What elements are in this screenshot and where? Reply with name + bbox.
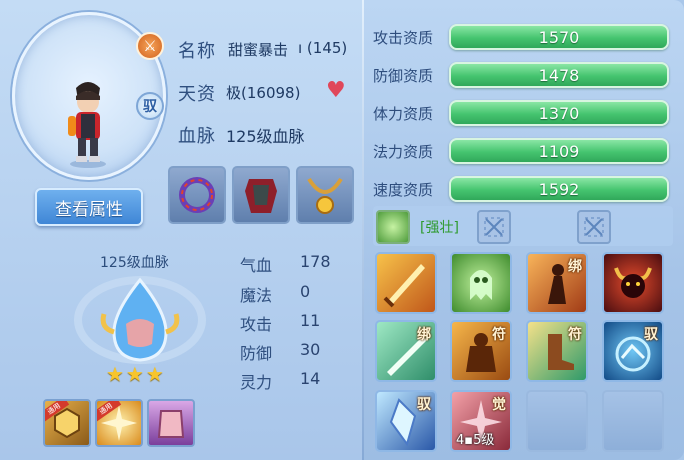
- aptitude-label-attack: 攻击资质: [373, 29, 434, 47]
- bloodline-stars: ★★★: [106, 362, 166, 386]
- skill-slot-8[interactable]: 驭: [602, 320, 664, 382]
- demon-icon: [614, 267, 652, 298]
- talent-label: 天资: [178, 84, 216, 105]
- talent-value: 极(16098): [226, 84, 301, 102]
- empty-trait-slot-1[interactable]: [477, 210, 511, 244]
- collar-icon: [179, 177, 215, 213]
- pet-character-sprite: [68, 82, 106, 168]
- skill-slot-1[interactable]: [375, 252, 437, 314]
- sword-icon[interactable]: ⚔: [136, 32, 164, 60]
- pet-name[interactable]: 甜蜜暴击: [228, 39, 288, 60]
- skill-slot-11[interactable]: [526, 390, 588, 452]
- flame-sword-icon: [383, 264, 425, 308]
- aptitude-bar-mana: 1109: [449, 138, 669, 164]
- aptitude-bar-stamina: 1370: [449, 100, 669, 126]
- empty-trait-slot-2[interactable]: [577, 210, 611, 244]
- skill-slot-5[interactable]: 绑: [375, 320, 437, 382]
- stat-value-attack: 11: [300, 311, 321, 330]
- bloodline-emblem[interactable]: [70, 268, 210, 368]
- ghost-icon: [470, 270, 492, 300]
- stat-label-mp: 魔法: [240, 286, 273, 305]
- skill-mark: 符: [568, 327, 582, 343]
- skill-mark: 驭: [417, 397, 431, 413]
- stat-value-spirit: 14: [300, 369, 321, 388]
- section-divider: [362, 0, 364, 460]
- aptitude-label-speed: 速度资质: [373, 181, 434, 199]
- trait-name: [强壮]: [420, 220, 459, 236]
- heart-icon[interactable]: ♥: [326, 80, 346, 102]
- skill-slot-3[interactable]: 绑: [526, 252, 588, 314]
- equip-slot-armor[interactable]: [232, 166, 290, 224]
- skill-slot-2[interactable]: [450, 252, 512, 314]
- stat-value-mp: 0: [300, 282, 311, 301]
- equip-slot-necklace[interactable]: [296, 166, 354, 224]
- skill-slot-12[interactable]: [602, 390, 664, 452]
- skill-mark: 觉: [492, 397, 506, 413]
- stat-label-attack: 攻击: [240, 315, 273, 334]
- equip-slot-collar[interactable]: [168, 166, 226, 224]
- skill-slot-6[interactable]: 符: [450, 320, 512, 382]
- armor-icon: [245, 179, 277, 213]
- torso-icon: [157, 410, 185, 438]
- bloodline-skill-2[interactable]: 通用: [95, 399, 143, 447]
- ride-type-badge: 驭: [136, 92, 164, 120]
- skill-slot-10[interactable]: 觉 4▪5级: [450, 390, 512, 452]
- bloodline-label: 血脉: [178, 126, 216, 147]
- stat-value-defense: 30: [300, 340, 321, 359]
- skill-mark: 绑: [417, 327, 431, 343]
- pet-level: ı (145): [298, 39, 348, 57]
- view-attributes-button[interactable]: 查看属性: [35, 188, 143, 226]
- empty-slot-icon: [584, 217, 604, 237]
- stat-label-defense: 防御: [240, 344, 273, 363]
- aptitude-label-stamina: 体力资质: [373, 105, 434, 123]
- bloodline-value: 125级血脉: [226, 127, 305, 146]
- necklace-icon: [307, 177, 343, 214]
- bloodline-skill-1[interactable]: 通用: [43, 399, 91, 447]
- skill-mark: 符: [492, 327, 506, 343]
- aptitude-label-defense: 防御资质: [373, 67, 434, 85]
- aptitude-bar-speed: 1592: [449, 176, 669, 202]
- skill-slot-9[interactable]: 驭: [375, 390, 437, 452]
- trait-row: [373, 206, 673, 246]
- skill-slot-4[interactable]: [602, 252, 664, 314]
- aptitude-label-mana: 法力资质: [373, 143, 434, 161]
- aptitude-bar-attack: 1570: [449, 24, 669, 50]
- bloodline-skill-3[interactable]: [147, 399, 195, 447]
- stat-label-hp: 气血: [240, 256, 273, 275]
- skill-level: 4▪5级: [456, 433, 495, 448]
- trait-strong-icon[interactable]: [376, 210, 410, 244]
- stat-label-spirit: 灵力: [240, 373, 273, 392]
- aptitude-bar-defense: 1478: [449, 62, 669, 88]
- skill-mark: 绑: [568, 259, 582, 275]
- skill-mark: 驭: [644, 327, 658, 343]
- name-label: 名称: [178, 41, 216, 62]
- skill-slot-7[interactable]: 符: [526, 320, 588, 382]
- empty-slot-icon: [484, 217, 504, 237]
- stat-value-hp: 178: [300, 252, 331, 271]
